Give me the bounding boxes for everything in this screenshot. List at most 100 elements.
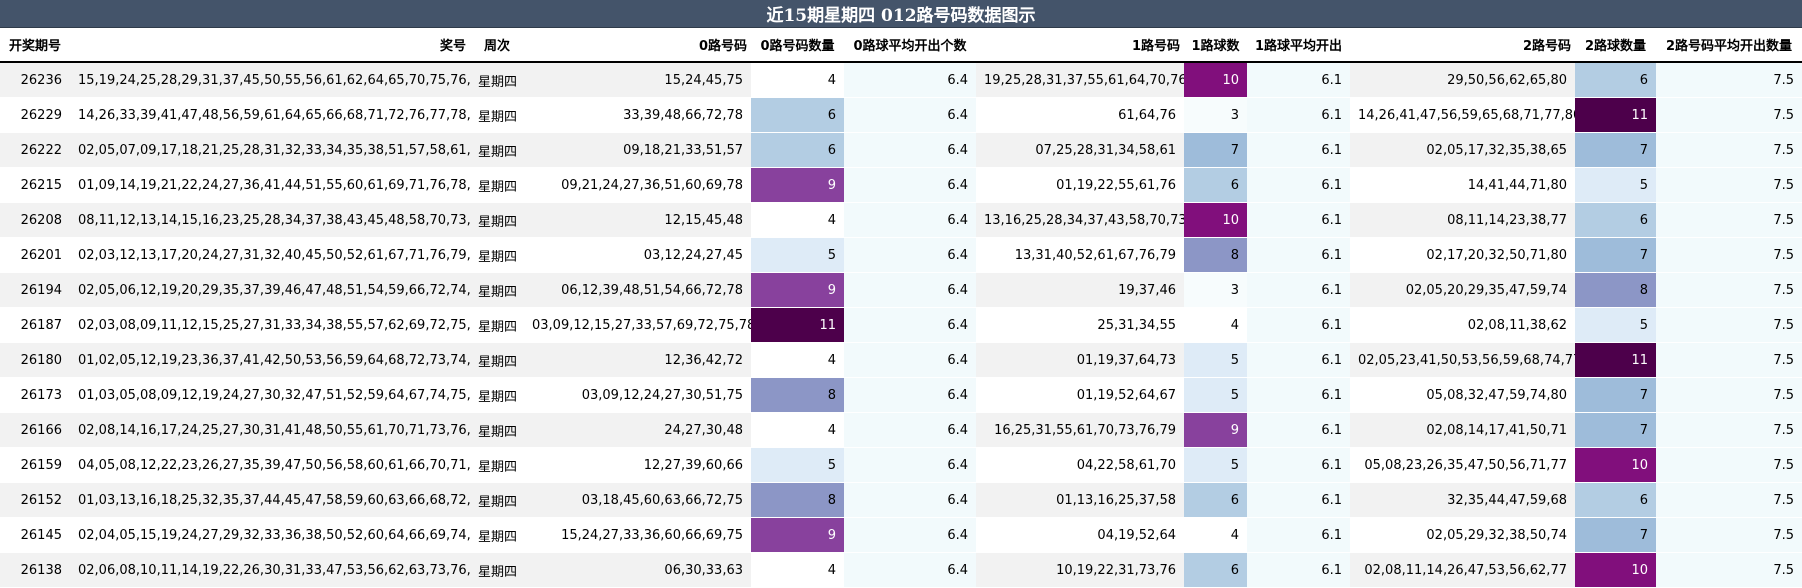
cell-route1-numbers: 04,19,52,64	[976, 517, 1184, 553]
cell-period: 26187	[0, 307, 70, 343]
header-route2-numbers: 2路号码	[1350, 28, 1575, 63]
table-row: 26138 02,06,08,10,11,14,19,22,26,30,31,33…	[0, 552, 1802, 588]
cell-route1-count: 3	[1184, 272, 1247, 308]
cell-route2-count: 6	[1575, 62, 1656, 98]
cell-route1-count: 4	[1184, 307, 1247, 343]
cell-route2-numbers: 02,08,11,38,62	[1350, 307, 1575, 343]
cell-route0-numbers: 03,12,24,27,45	[524, 237, 751, 273]
cell-winning-numbers: 01,02,05,12,19,23,36,37,41,42,50,53,56,5…	[70, 342, 470, 378]
cell-weekday: 星期四	[470, 447, 524, 483]
cell-route2-avg: 7.5	[1656, 272, 1802, 308]
cell-period: 26159	[0, 447, 70, 483]
cell-route1-count: 10	[1184, 62, 1247, 98]
cell-route2-numbers: 02,05,17,32,35,38,65	[1350, 132, 1575, 168]
cell-route1-count: 6	[1184, 482, 1247, 518]
cell-route0-numbers: 06,30,33,63	[524, 552, 751, 588]
cell-route0-avg: 6.4	[844, 552, 976, 588]
cell-route1-avg: 6.1	[1247, 167, 1350, 203]
table-row: 26208 08,11,12,13,14,15,16,23,25,28,34,37…	[0, 202, 1802, 238]
cell-route1-count: 6	[1184, 167, 1247, 203]
cell-route0-numbers: 12,27,39,60,66	[524, 447, 751, 483]
cell-route1-count: 5	[1184, 377, 1247, 413]
header-route1-count: 1路球数	[1184, 28, 1247, 63]
cell-route2-count: 7	[1575, 517, 1656, 553]
cell-route1-numbers: 04,22,58,61,70	[976, 447, 1184, 483]
header-weekday: 周次	[470, 28, 524, 63]
cell-route2-count: 11	[1575, 97, 1656, 133]
cell-route2-count: 7	[1575, 412, 1656, 448]
cell-route1-numbers: 19,37,46	[976, 272, 1184, 308]
cell-winning-numbers: 14,26,33,39,41,47,48,56,59,61,64,65,66,6…	[70, 97, 470, 133]
header-route2-count: 2路球数量	[1575, 28, 1656, 63]
cell-winning-numbers: 01,09,14,19,21,22,24,27,36,41,44,51,55,6…	[70, 167, 470, 203]
cell-weekday: 星期四	[470, 412, 524, 448]
cell-route1-count: 5	[1184, 342, 1247, 378]
cell-route1-numbers: 61,64,76	[976, 97, 1184, 133]
cell-route2-avg: 7.5	[1656, 412, 1802, 448]
cell-period: 26166	[0, 412, 70, 448]
cell-route0-numbers: 06,12,39,48,51,54,66,72,78	[524, 272, 751, 308]
cell-route0-avg: 6.4	[844, 272, 976, 308]
cell-route0-numbers: 15,24,45,75	[524, 62, 751, 98]
cell-route2-avg: 7.5	[1656, 307, 1802, 343]
cell-weekday: 星期四	[470, 167, 524, 203]
cell-route1-avg: 6.1	[1247, 447, 1350, 483]
cell-weekday: 星期四	[470, 237, 524, 273]
cell-route0-avg: 6.4	[844, 167, 976, 203]
cell-route2-avg: 7.5	[1656, 517, 1802, 553]
cell-route2-count: 5	[1575, 307, 1656, 343]
header-route2-avg: 2路号码平均开出数量	[1656, 28, 1802, 63]
cell-route2-count: 6	[1575, 482, 1656, 518]
cell-route0-avg: 6.4	[844, 342, 976, 378]
cell-route0-count: 9	[751, 167, 844, 203]
cell-weekday: 星期四	[470, 307, 524, 343]
cell-route1-numbers: 01,19,22,55,61,76	[976, 167, 1184, 203]
cell-route2-numbers: 14,26,41,47,56,59,65,68,71,77,80	[1350, 97, 1575, 133]
cell-route0-numbers: 03,18,45,60,63,66,72,75	[524, 482, 751, 518]
cell-route0-numbers: 12,15,45,48	[524, 202, 751, 238]
cell-route1-avg: 6.1	[1247, 307, 1350, 343]
table-row: 26229 14,26,33,39,41,47,48,56,59,61,64,65…	[0, 97, 1802, 133]
cell-route2-numbers: 02,05,23,41,50,53,56,59,68,74,77	[1350, 342, 1575, 378]
cell-period: 26194	[0, 272, 70, 308]
cell-route1-avg: 6.1	[1247, 202, 1350, 238]
cell-route1-count: 3	[1184, 97, 1247, 133]
cell-route1-avg: 6.1	[1247, 97, 1350, 133]
cell-route1-numbers: 10,19,22,31,73,76	[976, 552, 1184, 588]
cell-route0-avg: 6.4	[844, 97, 976, 133]
cell-route1-count: 10	[1184, 202, 1247, 238]
cell-route0-avg: 6.4	[844, 307, 976, 343]
cell-weekday: 星期四	[470, 342, 524, 378]
cell-route2-avg: 7.5	[1656, 167, 1802, 203]
cell-route0-avg: 6.4	[844, 132, 976, 168]
cell-route1-avg: 6.1	[1247, 482, 1350, 518]
cell-route2-numbers: 08,11,14,23,38,77	[1350, 202, 1575, 238]
cell-route0-numbers: 03,09,12,24,27,30,51,75	[524, 377, 751, 413]
cell-route0-avg: 6.4	[844, 412, 976, 448]
cell-period: 26236	[0, 62, 70, 98]
cell-route1-count: 6	[1184, 552, 1247, 588]
cell-route2-avg: 7.5	[1656, 202, 1802, 238]
cell-winning-numbers: 02,06,08,10,11,14,19,22,26,30,31,33,47,5…	[70, 552, 470, 588]
cell-route2-count: 8	[1575, 272, 1656, 308]
cell-route2-numbers: 05,08,23,26,35,47,50,56,71,77	[1350, 447, 1575, 483]
cell-route2-numbers: 32,35,44,47,59,68	[1350, 482, 1575, 518]
table-row: 26187 02,03,08,09,11,12,15,25,27,31,33,34…	[0, 307, 1802, 343]
cell-route0-count: 9	[751, 517, 844, 553]
cell-route0-avg: 6.4	[844, 62, 976, 98]
table-row: 26194 02,05,06,12,19,20,29,35,37,39,46,47…	[0, 272, 1802, 308]
cell-period: 26201	[0, 237, 70, 273]
cell-winning-numbers: 02,08,14,16,17,24,25,27,30,31,41,48,50,5…	[70, 412, 470, 448]
cell-period: 26180	[0, 342, 70, 378]
cell-route2-numbers: 02,08,11,14,26,47,53,56,62,77	[1350, 552, 1575, 588]
cell-route0-count: 4	[751, 342, 844, 378]
cell-winning-numbers: 02,05,07,09,17,18,21,25,28,31,32,33,34,3…	[70, 132, 470, 168]
cell-route1-count: 5	[1184, 447, 1247, 483]
cell-route1-avg: 6.1	[1247, 377, 1350, 413]
cell-route2-avg: 7.5	[1656, 342, 1802, 378]
cell-route0-count: 5	[751, 447, 844, 483]
cell-period: 26208	[0, 202, 70, 238]
header-period: 开奖期号	[0, 28, 70, 63]
cell-route1-numbers: 25,31,34,55	[976, 307, 1184, 343]
table-row: 26201 02,03,12,13,17,20,24,27,31,32,40,45…	[0, 237, 1802, 273]
